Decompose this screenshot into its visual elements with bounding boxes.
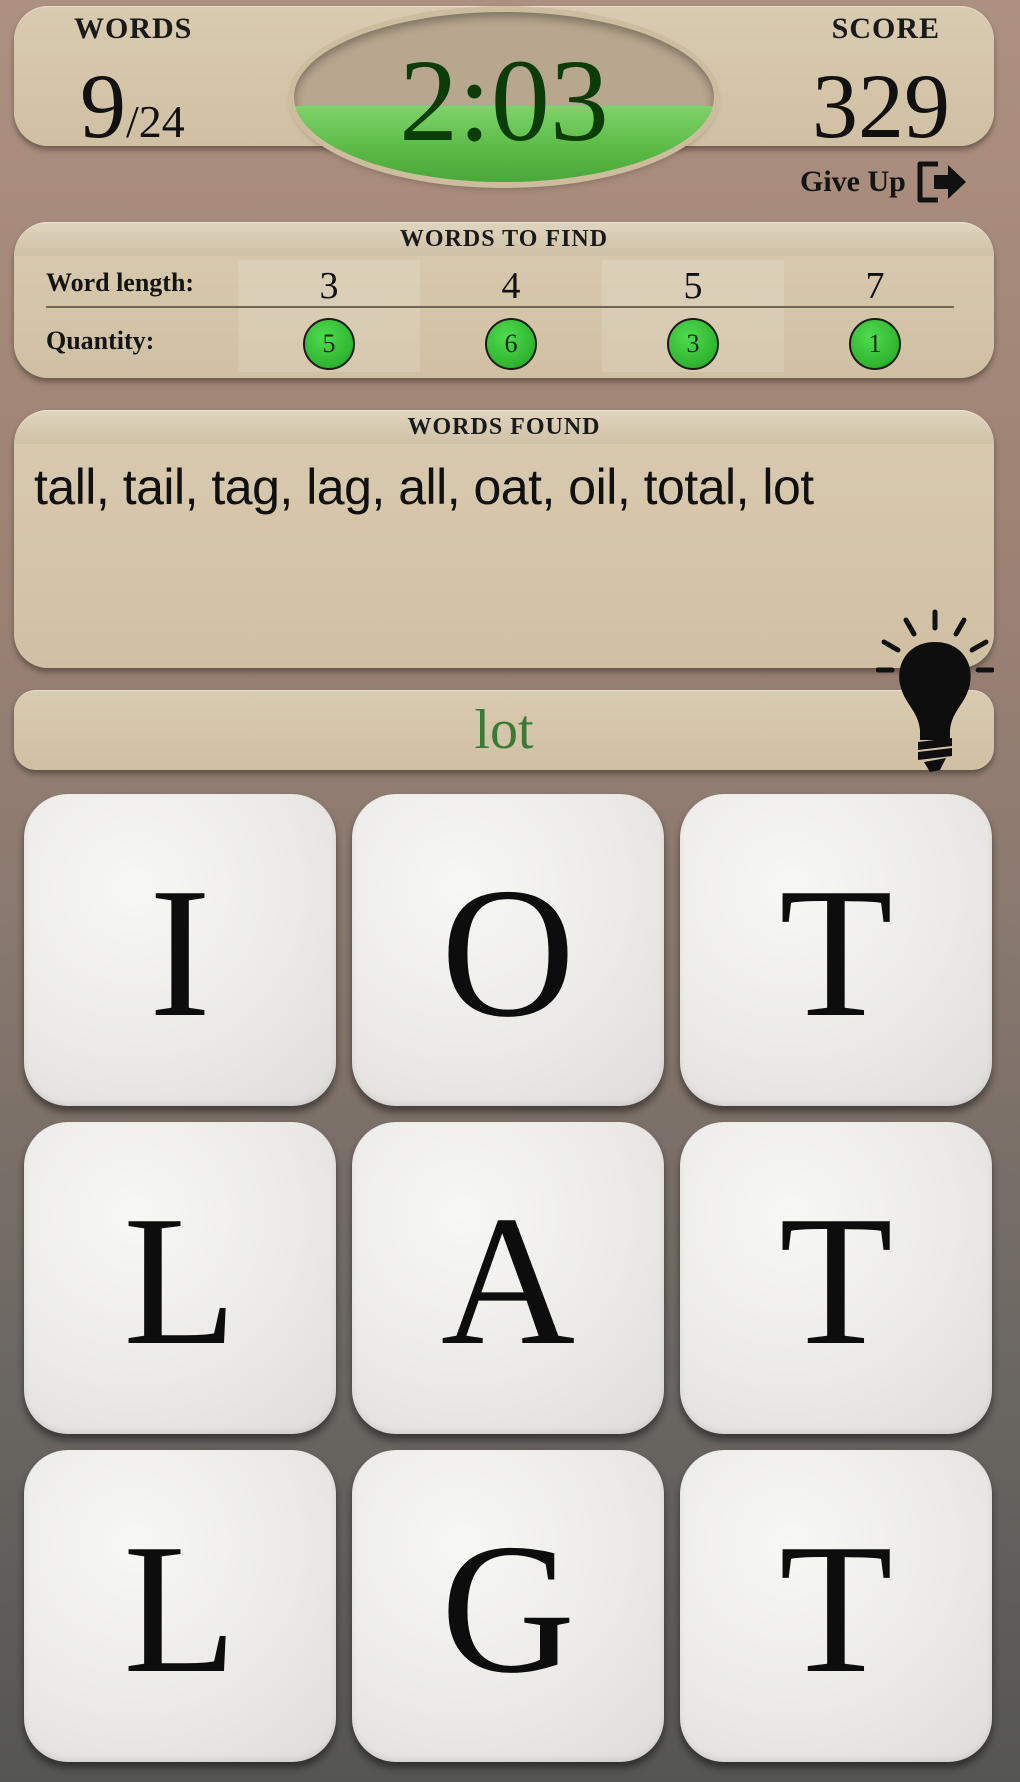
exit-arrow-icon [917,161,966,203]
letter-tile[interactable]: L [24,1450,336,1762]
words-to-find-title: WORDS TO FIND [399,226,609,252]
letter-tile[interactable]: T [680,1450,992,1762]
quantity-badge-4: 6 [485,318,537,370]
tile-letter: L [123,1178,237,1384]
letter-tile[interactable]: L [24,1122,336,1434]
words-to-find-panel: WORDS TO FIND Word length: Quantity: 3 4… [14,222,994,378]
tile-letter: A [440,1178,576,1384]
words-count: 9/24 [80,60,185,152]
length-4: 4 [501,265,521,307]
found-words-list: tall, tail, tag, lag, all, oat, oil, tot… [34,459,814,515]
score-label: SCORE [831,12,940,45]
words-total-count: /24 [126,96,185,147]
tile-letter: G [440,1506,576,1712]
current-word-bar: lot [14,690,994,770]
timer: 2:03 [294,12,714,182]
letter-tile[interactable]: G [352,1450,664,1762]
words-label: WORDS [74,12,193,45]
letter-tile[interactable]: A [352,1122,664,1434]
give-up-button[interactable]: Give Up [800,160,970,204]
timer-text: 2:03 [399,35,609,166]
letter-tile[interactable]: O [352,794,664,1106]
current-word-text: lot [474,699,534,761]
tile-letter: O [440,850,576,1056]
length-7: 7 [865,265,885,307]
tile-letter: I [149,850,211,1056]
letter-tile[interactable]: I [24,794,336,1106]
quantity-badge-7: 1 [849,318,901,370]
words-found-count: 9 [80,55,126,157]
score-value: 329 [812,55,950,157]
give-up-label: Give Up [800,165,906,198]
length-5: 5 [683,265,703,307]
words-found-title: WORDS FOUND [407,414,601,440]
quantity-label: Quantity: [46,326,155,355]
word-length-label: Word length: [46,268,195,297]
tile-letter: T [779,1178,893,1384]
letter-tile[interactable]: T [680,794,992,1106]
tile-letter: T [779,1506,893,1712]
quantity-badge-5: 3 [667,318,719,370]
tile-letter: T [779,850,893,1056]
words-found-panel: WORDS FOUND tall, tail, tag, lag, all, o… [14,410,994,668]
length-3: 3 [319,265,339,307]
letter-tile[interactable]: T [680,1122,992,1434]
lightbulb-icon[interactable] [876,606,994,776]
tile-letter: L [123,1506,237,1712]
quantity-badge-3: 5 [303,318,355,370]
